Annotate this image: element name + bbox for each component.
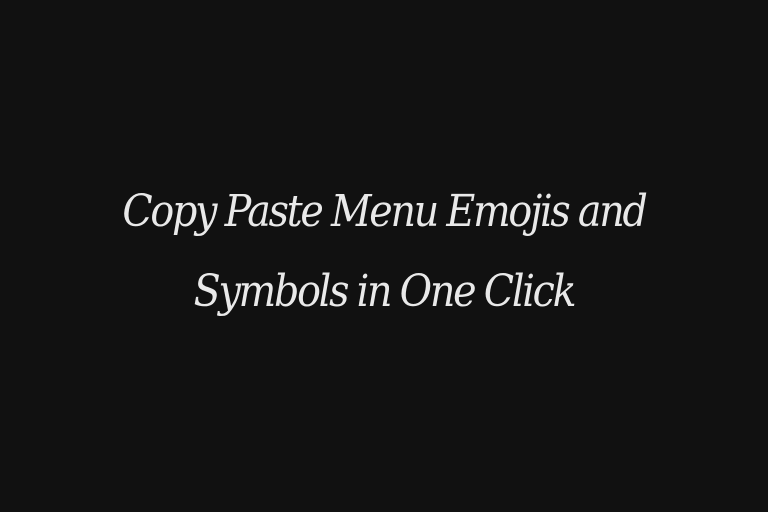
title-card: Copy Paste Menu Emojis and Symbols in On…	[0, 0, 768, 512]
page-title: Copy Paste Menu Emojis and Symbols in On…	[122, 186, 648, 317]
